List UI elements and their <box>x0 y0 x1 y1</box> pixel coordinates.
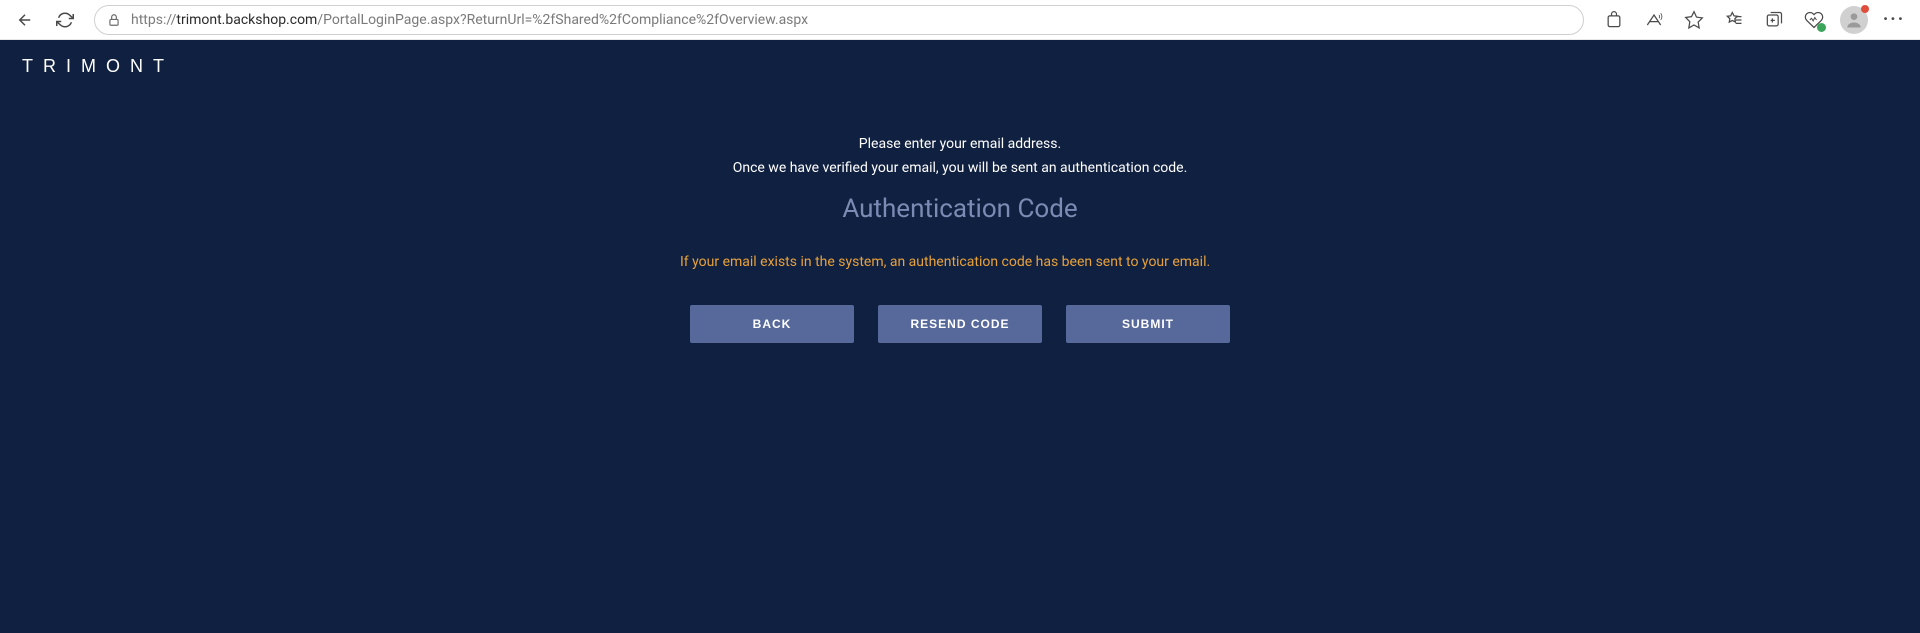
logo: TRIMONT <box>22 56 174 77</box>
browser-chrome: https://trimont.backshop.com/PortalLogin… <box>0 0 1920 40</box>
button-row: BACK RESEND CODE SUBMIT <box>680 305 1240 343</box>
collections-icon[interactable] <box>1756 2 1792 38</box>
url-domain: trimont.backshop.com <box>176 12 317 28</box>
url-text: https://trimont.backshop.com/PortalLogin… <box>131 12 808 28</box>
favorites-list-icon[interactable] <box>1716 2 1752 38</box>
url-path: /PortalLoginPage.aspx?ReturnUrl=%2fShare… <box>317 12 808 28</box>
instruction-line-1: Please enter your email address. <box>680 133 1240 155</box>
shopping-icon[interactable] <box>1596 2 1632 38</box>
more-menu-icon[interactable]: ··· <box>1876 2 1912 38</box>
auth-container: Please enter your email address. Once we… <box>680 58 1240 343</box>
profile-avatar[interactable] <box>1836 2 1872 38</box>
instruction-line-2: Once we have verified your email, you wi… <box>680 157 1240 179</box>
auth-heading: Authentication Code <box>680 194 1240 224</box>
page-content: TRIMONT Please enter your email address.… <box>0 40 1920 633</box>
submit-button[interactable]: SUBMIT <box>1066 305 1230 343</box>
toolbar-icons: ··· <box>1596 2 1912 38</box>
resend-code-button[interactable]: RESEND CODE <box>878 305 1042 343</box>
lock-icon <box>107 13 121 27</box>
url-prefix: https:// <box>131 12 176 28</box>
performance-icon[interactable] <box>1796 2 1832 38</box>
favorite-star-icon[interactable] <box>1676 2 1712 38</box>
url-bar[interactable]: https://trimont.backshop.com/PortalLogin… <box>94 5 1584 35</box>
notification-dot <box>1861 5 1869 13</box>
back-nav-button[interactable] <box>8 3 42 37</box>
info-message: If your email exists in the system, an a… <box>680 252 1232 273</box>
back-button[interactable]: BACK <box>690 305 854 343</box>
refresh-button[interactable] <box>48 3 82 37</box>
read-aloud-icon[interactable] <box>1636 2 1672 38</box>
